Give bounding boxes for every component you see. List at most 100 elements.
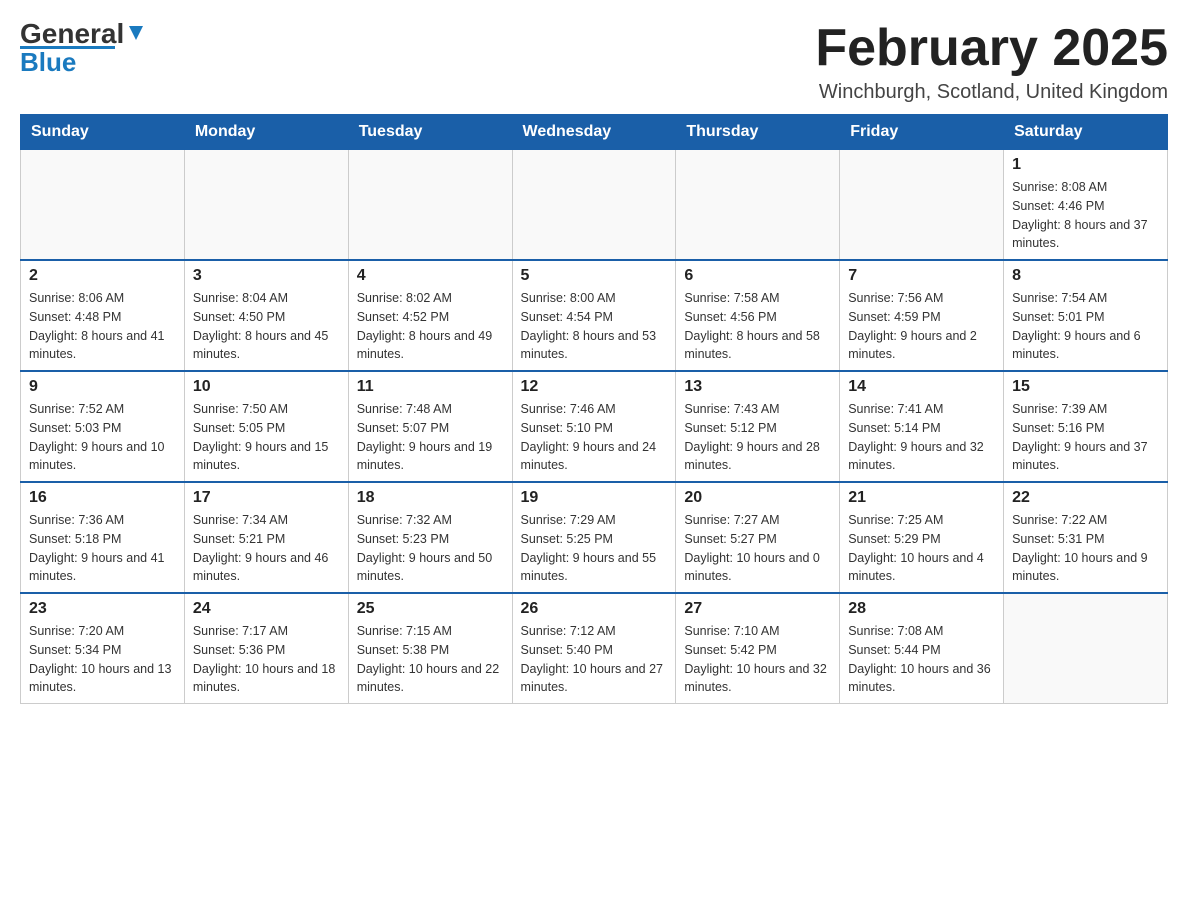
day-info: Sunrise: 7:15 AMSunset: 5:38 PMDaylight:…	[357, 622, 504, 697]
day-info: Sunrise: 7:27 AMSunset: 5:27 PMDaylight:…	[684, 511, 831, 586]
table-row: 1 Sunrise: 8:08 AMSunset: 4:46 PMDaylight…	[1004, 150, 1168, 261]
day-number: 26	[521, 600, 668, 618]
day-info: Sunrise: 7:22 AMSunset: 5:31 PMDaylight:…	[1012, 511, 1159, 586]
day-info: Sunrise: 7:46 AMSunset: 5:10 PMDaylight:…	[521, 400, 668, 475]
day-info: Sunrise: 7:29 AMSunset: 5:25 PMDaylight:…	[521, 511, 668, 586]
table-row: 20 Sunrise: 7:27 AMSunset: 5:27 PMDayligh…	[676, 482, 840, 593]
day-info: Sunrise: 7:20 AMSunset: 5:34 PMDaylight:…	[29, 622, 176, 697]
week-row-5: 23Sunrise: 7:20 AMSunset: 5:34 PMDayligh…	[21, 593, 1168, 704]
table-row: 26 Sunrise: 7:12 AMSunset: 5:40 PMDayligh…	[512, 593, 676, 704]
table-row: 11Sunrise: 7:48 AMSunset: 5:07 PMDayligh…	[348, 371, 512, 482]
table-row: 9 Sunrise: 7:52 AMSunset: 5:03 PMDaylight…	[21, 371, 185, 482]
week-row-1: 1 Sunrise: 8:08 AMSunset: 4:46 PMDaylight…	[21, 150, 1168, 261]
table-row: 8Sunrise: 7:54 AMSunset: 5:01 PMDaylight…	[1004, 260, 1168, 371]
calendar-header-row: Sunday Monday Tuesday Wednesday Thursday…	[21, 115, 1168, 150]
day-number: 13	[684, 378, 831, 396]
table-row: 12 Sunrise: 7:46 AMSunset: 5:10 PMDayligh…	[512, 371, 676, 482]
day-number: 22	[1012, 489, 1159, 507]
col-saturday: Saturday	[1004, 115, 1168, 150]
day-info: Sunrise: 7:12 AMSunset: 5:40 PMDaylight:…	[521, 622, 668, 697]
day-number: 9	[29, 378, 176, 396]
day-info: Sunrise: 7:25 AMSunset: 5:29 PMDaylight:…	[848, 511, 995, 586]
table-row	[676, 150, 840, 261]
week-row-3: 9 Sunrise: 7:52 AMSunset: 5:03 PMDaylight…	[21, 371, 1168, 482]
table-row	[348, 150, 512, 261]
table-row	[840, 150, 1004, 261]
day-number: 6	[684, 267, 831, 285]
table-row: 2 Sunrise: 8:06 AMSunset: 4:48 PMDaylight…	[21, 260, 185, 371]
location: Winchburgh, Scotland, United Kingdom	[815, 81, 1168, 104]
day-info: Sunrise: 7:52 AMSunset: 5:03 PMDaylight:…	[29, 400, 176, 475]
day-number: 12	[521, 378, 668, 396]
day-number: 3	[193, 267, 340, 285]
day-number: 8	[1012, 267, 1159, 285]
month-title: February 2025	[815, 20, 1168, 77]
day-number: 5	[521, 267, 668, 285]
table-row: 17 Sunrise: 7:34 AMSunset: 5:21 PMDayligh…	[184, 482, 348, 593]
day-info: Sunrise: 8:06 AMSunset: 4:48 PMDaylight:…	[29, 289, 176, 364]
day-info: Sunrise: 7:56 AMSunset: 4:59 PMDaylight:…	[848, 289, 995, 364]
day-number: 27	[684, 600, 831, 618]
day-info: Sunrise: 7:58 AMSunset: 4:56 PMDaylight:…	[684, 289, 831, 364]
logo-blue: Blue	[20, 47, 76, 77]
day-info: Sunrise: 7:43 AMSunset: 5:12 PMDaylight:…	[684, 400, 831, 475]
table-row: 27 Sunrise: 7:10 AMSunset: 5:42 PMDayligh…	[676, 593, 840, 704]
table-row: 15 Sunrise: 7:39 AMSunset: 5:16 PMDayligh…	[1004, 371, 1168, 482]
table-row: 18Sunrise: 7:32 AMSunset: 5:23 PMDayligh…	[348, 482, 512, 593]
col-thursday: Thursday	[676, 115, 840, 150]
table-row: 16Sunrise: 7:36 AMSunset: 5:18 PMDayligh…	[21, 482, 185, 593]
day-number: 1	[1012, 156, 1159, 174]
day-number: 15	[1012, 378, 1159, 396]
table-row: 14 Sunrise: 7:41 AMSunset: 5:14 PMDayligh…	[840, 371, 1004, 482]
table-row	[1004, 593, 1168, 704]
week-row-4: 16Sunrise: 7:36 AMSunset: 5:18 PMDayligh…	[21, 482, 1168, 593]
col-monday: Monday	[184, 115, 348, 150]
day-info: Sunrise: 7:48 AMSunset: 5:07 PMDaylight:…	[357, 400, 504, 475]
day-info: Sunrise: 7:41 AMSunset: 5:14 PMDaylight:…	[848, 400, 995, 475]
day-info: Sunrise: 7:17 AMSunset: 5:36 PMDaylight:…	[193, 622, 340, 697]
page-header: General Blue February 2025 Winchburgh, S…	[20, 20, 1168, 104]
table-row: 24 Sunrise: 7:17 AMSunset: 5:36 PMDayligh…	[184, 593, 348, 704]
day-number: 17	[193, 489, 340, 507]
day-info: Sunrise: 8:08 AMSunset: 4:46 PMDaylight:…	[1012, 178, 1159, 253]
table-row	[21, 150, 185, 261]
day-number: 28	[848, 600, 995, 618]
day-info: Sunrise: 7:39 AMSunset: 5:16 PMDaylight:…	[1012, 400, 1159, 475]
table-row: 25 Sunrise: 7:15 AMSunset: 5:38 PMDayligh…	[348, 593, 512, 704]
table-row: 13 Sunrise: 7:43 AMSunset: 5:12 PMDayligh…	[676, 371, 840, 482]
logo: General Blue	[20, 20, 147, 76]
day-info: Sunrise: 7:32 AMSunset: 5:23 PMDaylight:…	[357, 511, 504, 586]
table-row: 10 Sunrise: 7:50 AMSunset: 5:05 PMDayligh…	[184, 371, 348, 482]
table-row: 28Sunrise: 7:08 AMSunset: 5:44 PMDayligh…	[840, 593, 1004, 704]
day-number: 21	[848, 489, 995, 507]
day-number: 19	[521, 489, 668, 507]
calendar-table: Sunday Monday Tuesday Wednesday Thursday…	[20, 114, 1168, 704]
day-info: Sunrise: 7:10 AMSunset: 5:42 PMDaylight:…	[684, 622, 831, 697]
table-row: 7 Sunrise: 7:56 AMSunset: 4:59 PMDaylight…	[840, 260, 1004, 371]
table-row: 21 Sunrise: 7:25 AMSunset: 5:29 PMDayligh…	[840, 482, 1004, 593]
logo-triangle-icon	[125, 22, 147, 44]
day-info: Sunrise: 8:02 AMSunset: 4:52 PMDaylight:…	[357, 289, 504, 364]
table-row: 5 Sunrise: 8:00 AMSunset: 4:54 PMDaylight…	[512, 260, 676, 371]
day-info: Sunrise: 7:34 AMSunset: 5:21 PMDaylight:…	[193, 511, 340, 586]
table-row	[512, 150, 676, 261]
col-tuesday: Tuesday	[348, 115, 512, 150]
day-number: 16	[29, 489, 176, 507]
day-number: 25	[357, 600, 504, 618]
table-row: 22 Sunrise: 7:22 AMSunset: 5:31 PMDayligh…	[1004, 482, 1168, 593]
day-number: 4	[357, 267, 504, 285]
day-number: 24	[193, 600, 340, 618]
day-number: 14	[848, 378, 995, 396]
day-number: 20	[684, 489, 831, 507]
table-row	[184, 150, 348, 261]
table-row: 6 Sunrise: 7:58 AMSunset: 4:56 PMDaylight…	[676, 260, 840, 371]
day-number: 7	[848, 267, 995, 285]
day-info: Sunrise: 8:04 AMSunset: 4:50 PMDaylight:…	[193, 289, 340, 364]
day-info: Sunrise: 7:50 AMSunset: 5:05 PMDaylight:…	[193, 400, 340, 475]
table-row: 19 Sunrise: 7:29 AMSunset: 5:25 PMDayligh…	[512, 482, 676, 593]
day-info: Sunrise: 8:00 AMSunset: 4:54 PMDaylight:…	[521, 289, 668, 364]
day-number: 10	[193, 378, 340, 396]
table-row: 23Sunrise: 7:20 AMSunset: 5:34 PMDayligh…	[21, 593, 185, 704]
col-sunday: Sunday	[21, 115, 185, 150]
day-number: 2	[29, 267, 176, 285]
